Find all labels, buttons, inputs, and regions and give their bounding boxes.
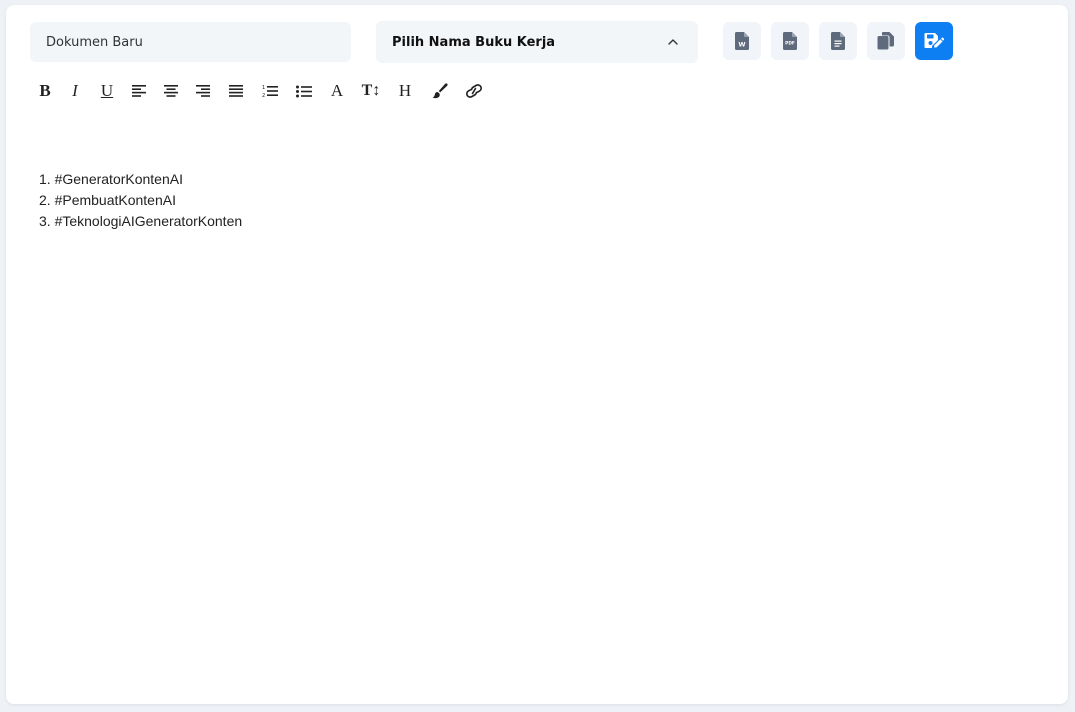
svg-text:1: 1	[262, 85, 265, 91]
copy-icon	[877, 32, 894, 50]
underline-button[interactable]: U	[96, 81, 118, 101]
pdf-badge: PDF	[785, 41, 795, 47]
font-color-button[interactable]: A	[326, 81, 348, 101]
bold-button[interactable]: B	[34, 81, 56, 101]
chevron-up-icon	[666, 35, 680, 49]
word-file-icon: W	[735, 32, 749, 50]
insert-link-button[interactable]	[462, 81, 486, 101]
export-text-button[interactable]	[819, 22, 857, 60]
align-justify-icon	[229, 85, 243, 97]
document-name-input[interactable]	[30, 22, 351, 62]
copy-button[interactable]	[867, 22, 905, 60]
ordered-list-icon: 1 2	[262, 85, 278, 98]
align-center-icon	[164, 85, 178, 97]
underline-icon: U	[100, 81, 114, 100]
pdf-file-icon: PDF	[783, 32, 797, 50]
content-line: 1. #GeneratorKontenAI	[39, 171, 183, 187]
text-file-icon	[831, 32, 845, 50]
unordered-list-icon	[296, 85, 312, 97]
export-pdf-button[interactable]: PDF	[771, 22, 809, 60]
unordered-list-button[interactable]	[292, 81, 316, 101]
bold-icon: B	[39, 81, 51, 100]
editor-content[interactable]: 1. #GeneratorKontenAI 2. #PembuatKontenA…	[39, 171, 242, 234]
italic-button[interactable]: I	[64, 81, 86, 101]
svg-text:2: 2	[262, 93, 265, 98]
align-right-button[interactable]	[192, 81, 214, 101]
workbook-select-label: Pilih Nama Buku Kerja	[392, 34, 556, 50]
paintbrush-icon	[432, 83, 448, 99]
align-right-icon	[196, 85, 210, 97]
link-icon	[466, 84, 482, 98]
save-document-icon	[924, 33, 944, 48]
align-justify-button[interactable]	[225, 81, 247, 101]
align-center-button[interactable]	[160, 81, 182, 101]
content-line: 2. #PembuatKontenAI	[39, 192, 176, 208]
align-left-icon	[132, 85, 146, 97]
export-word-button[interactable]: W	[723, 22, 761, 60]
content-line: 3. #TeknologiAIGeneratorKonten	[39, 213, 243, 229]
italic-icon: I	[72, 81, 78, 100]
font-size-button[interactable]: T↕	[358, 81, 384, 101]
align-left-button[interactable]	[128, 81, 150, 101]
ordered-list-button[interactable]: 1 2	[258, 81, 282, 101]
highlight-button[interactable]	[428, 81, 452, 101]
font-color-icon: A	[330, 81, 344, 100]
heading-button[interactable]: H	[394, 81, 416, 101]
heading-icon: H	[398, 81, 412, 100]
workbook-select[interactable]: Pilih Nama Buku Kerja	[376, 21, 698, 63]
save-document-button[interactable]	[915, 22, 953, 60]
editor-card: Pilih Nama Buku Kerja W PDF	[6, 5, 1068, 704]
word-badge: W	[738, 41, 745, 49]
font-size-icon: T↕	[361, 82, 381, 99]
